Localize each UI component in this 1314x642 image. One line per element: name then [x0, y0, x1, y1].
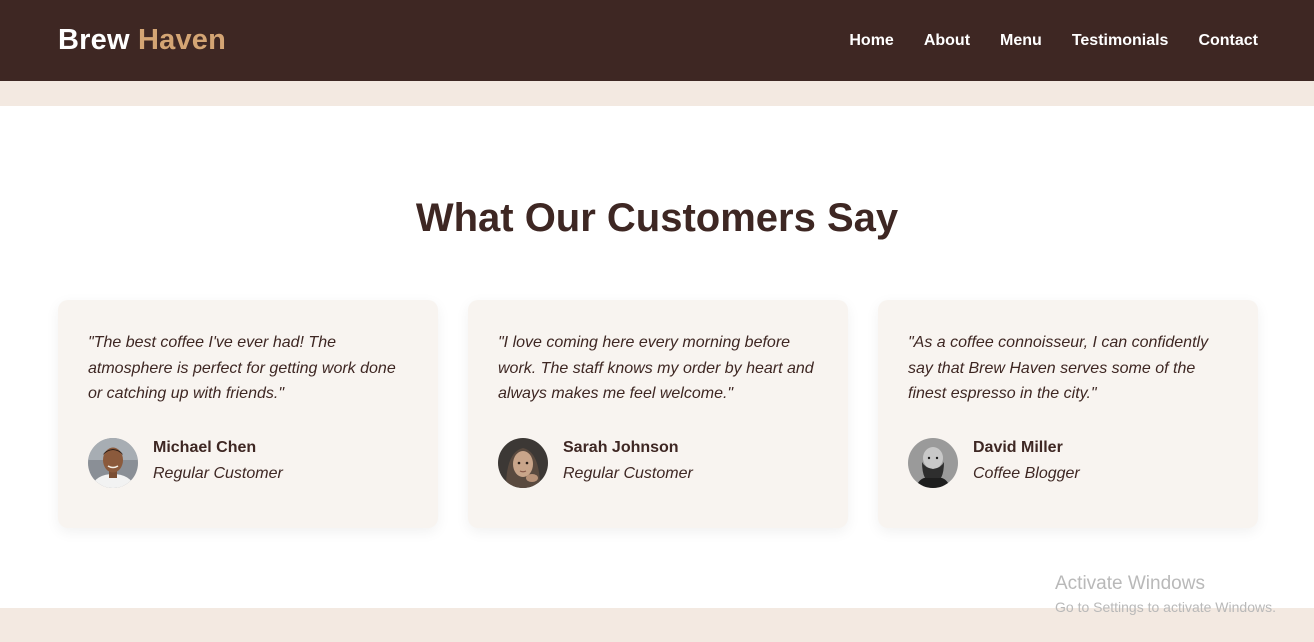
watermark-title: Activate Windows	[1055, 573, 1205, 594]
author-role: Regular Customer	[563, 465, 693, 482]
brand-logo[interactable]: Brew Haven	[58, 24, 226, 57]
avatar	[908, 438, 958, 488]
section-divider-top	[0, 81, 1314, 106]
testimonial-card: "I love coming here every morning before…	[468, 300, 848, 528]
logo-text-brew: Brew	[58, 24, 130, 56]
watermark-subtitle: Go to Settings to activate Windows.	[1055, 599, 1276, 615]
testimonial-card: "The best coffee I've ever had! The atmo…	[58, 300, 438, 528]
author-role: Regular Customer	[153, 465, 283, 482]
testimonial-quote: "As a coffee connoisseur, I can confiden…	[908, 334, 1209, 402]
testimonial-author: Sarah Johnson Regular Customer	[498, 438, 818, 488]
testimonial-quote: "I love coming here every morning before…	[498, 334, 814, 402]
nav-link-contact[interactable]: Contact	[1198, 32, 1258, 50]
nav-link-testimonials[interactable]: Testimonials	[1072, 32, 1169, 50]
nav-link-home[interactable]: Home	[849, 32, 893, 50]
testimonial-author: David Miller Coffee Blogger	[908, 438, 1228, 488]
author-name: Sarah Johnson	[563, 439, 679, 456]
avatar	[88, 438, 138, 488]
testimonial-author: Michael Chen Regular Customer	[88, 438, 408, 488]
testimonial-card: "As a coffee connoisseur, I can confiden…	[878, 300, 1258, 528]
testimonial-quote: "The best coffee I've ever had! The atmo…	[88, 334, 396, 402]
section-title: What Our Customers Say	[415, 196, 899, 240]
testimonial-cards: "The best coffee I've ever had! The atmo…	[58, 300, 1258, 528]
nav-link-about[interactable]: About	[924, 32, 970, 50]
author-role: Coffee Blogger	[973, 465, 1080, 482]
avatar	[498, 438, 548, 488]
author-name: Michael Chen	[153, 439, 257, 456]
nav-links: Home About Menu Testimonials Contact	[819, 32, 1258, 50]
nav-link-menu[interactable]: Menu	[1000, 32, 1042, 50]
author-name: David Miller	[973, 439, 1063, 456]
windows-activation-watermark: Activate Windows Go to Settings to activ…	[1055, 573, 1276, 617]
logo-text-haven: Haven	[137, 24, 227, 56]
navbar: Brew Haven Home About Menu Testimonials …	[0, 0, 1314, 81]
